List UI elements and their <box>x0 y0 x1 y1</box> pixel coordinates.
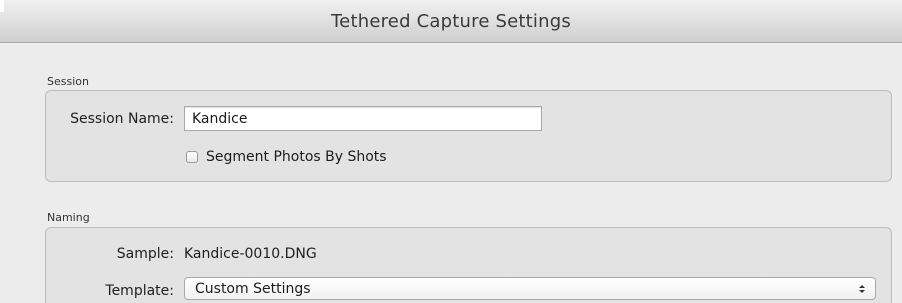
template-label: Template: <box>105 283 174 299</box>
segment-photos-label[interactable]: Segment Photos By Shots <box>206 149 387 165</box>
segment-photos-checkbox[interactable] <box>186 151 198 163</box>
session-name-label: Session Name: <box>70 111 174 127</box>
naming-section-label: Naming <box>47 211 90 224</box>
session-name-input[interactable] <box>184 106 542 131</box>
sample-value: Kandice-0010.DNG <box>184 246 317 262</box>
sample-label: Sample: <box>116 246 174 262</box>
session-section-label: Session <box>47 75 89 88</box>
window-corner <box>0 0 4 12</box>
template-select[interactable]: Custom Settings <box>184 277 876 300</box>
session-group-box <box>45 90 892 182</box>
template-select-value: Custom Settings <box>195 280 311 297</box>
segment-photos-row[interactable]: Segment Photos By Shots <box>186 149 387 165</box>
window-title: Tethered Capture Settings <box>331 10 571 32</box>
chevron-updown-icon <box>859 284 865 293</box>
title-bar[interactable]: Tethered Capture Settings <box>0 0 902 43</box>
tethered-capture-settings-dialog: Tethered Capture Settings Session Sessio… <box>0 0 902 303</box>
